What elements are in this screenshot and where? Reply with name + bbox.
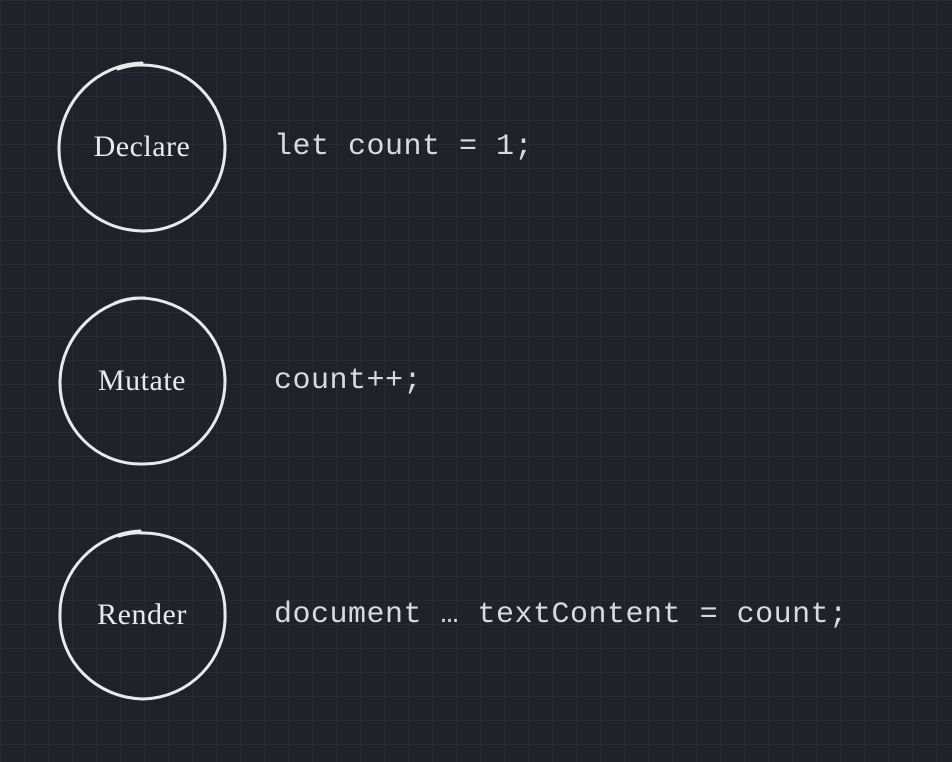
circle-label-declare: Declare	[94, 130, 191, 164]
circle-label-render: Render	[97, 598, 187, 632]
diagram-row-render: Render document … textContent = count;	[50, 523, 902, 707]
diagram-row-declare: Declare let count = 1;	[50, 55, 902, 239]
diagram-content: Declare let count = 1; Mutate count++; R…	[0, 0, 952, 762]
code-declare: let count = 1;	[274, 130, 533, 164]
code-render: document … textContent = count;	[274, 598, 848, 632]
code-mutate: count++;	[274, 364, 422, 398]
circle-declare: Declare	[50, 55, 234, 239]
circle-label-mutate: Mutate	[98, 364, 186, 398]
diagram-row-mutate: Mutate count++;	[50, 289, 902, 473]
circle-mutate: Mutate	[50, 289, 234, 473]
circle-render: Render	[50, 523, 234, 707]
